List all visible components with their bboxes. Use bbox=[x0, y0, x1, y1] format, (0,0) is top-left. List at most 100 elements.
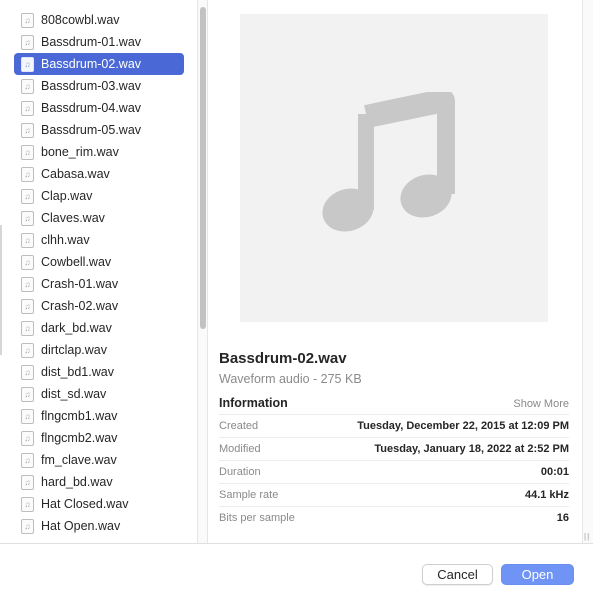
preview-file-name: Bassdrum-02.wav bbox=[219, 350, 347, 367]
file-browser-column[interactable]: ♫ 808cowbl.wav ♫ Bassdrum-01.wav ♫ Bassdrum-0… bbox=[0, 0, 197, 543]
file-list-item[interactable]: ♫ Crash-02.wav bbox=[14, 295, 184, 317]
file-name-label: dirtclap.wav bbox=[41, 343, 107, 357]
file-list-item[interactable]: ♫ Bassdrum-05.wav bbox=[14, 119, 184, 141]
file-list-item[interactable]: ♫ 808cowbl.wav bbox=[14, 9, 184, 31]
preview-file-kind: Waveform audio - 275 KB bbox=[219, 372, 362, 386]
information-header: Information Show More bbox=[219, 396, 569, 414]
file-name-label: flngcmb1.wav bbox=[41, 409, 118, 423]
cancel-button[interactable]: Cancel bbox=[422, 564, 493, 585]
file-list-item[interactable]: ♫ dirtclap.wav bbox=[14, 339, 184, 361]
audio-file-icon: ♫ bbox=[21, 144, 34, 160]
file-name-label: Clap.wav bbox=[41, 189, 93, 203]
info-value: 00:01 bbox=[540, 466, 569, 478]
audio-file-icon: ♫ bbox=[21, 298, 34, 314]
file-name-label: dist_bd1.wav bbox=[41, 365, 114, 379]
file-name-label: Crash-01.wav bbox=[41, 277, 119, 291]
info-row-duration: Duration 00:01 bbox=[219, 460, 569, 483]
file-list-item[interactable]: ♫ hard_bd.wav bbox=[14, 471, 184, 493]
file-list-item[interactable]: ♫ Crash-01.wav bbox=[14, 273, 184, 295]
information-title: Information bbox=[219, 396, 288, 410]
column-resize-grip-icon[interactable]: || bbox=[584, 532, 590, 541]
info-label: Duration bbox=[219, 466, 261, 478]
info-row-modified: Modified Tuesday, January 18, 2022 at 2:… bbox=[219, 437, 569, 460]
info-label: Created bbox=[219, 420, 259, 432]
audio-file-icon: ♫ bbox=[21, 122, 34, 138]
audio-file-icon: ♫ bbox=[21, 364, 34, 380]
info-value: 16 bbox=[556, 512, 569, 524]
file-list-item[interactable]: ♫ bone_rim.wav bbox=[14, 141, 184, 163]
audio-file-icon: ♫ bbox=[21, 320, 34, 336]
file-name-label: clhh.wav bbox=[41, 233, 90, 247]
file-name-label: hard_bd.wav bbox=[41, 475, 113, 489]
audio-file-icon: ♫ bbox=[21, 254, 34, 270]
info-value: Tuesday, December 22, 2015 at 12:09 PM bbox=[357, 420, 569, 432]
file-name-label: Crash-02.wav bbox=[41, 299, 119, 313]
audio-file-icon: ♫ bbox=[21, 452, 34, 468]
music-note-icon bbox=[322, 92, 455, 232]
file-list-item[interactable]: ♫ dark_bd.wav bbox=[14, 317, 184, 339]
preview-scrollbar[interactable] bbox=[582, 0, 593, 543]
audio-file-icon: ♫ bbox=[21, 408, 34, 424]
file-list-scroll-thumb[interactable] bbox=[200, 7, 206, 329]
audio-file-icon: ♫ bbox=[21, 12, 34, 28]
audio-file-icon: ♫ bbox=[21, 496, 34, 512]
preview-thumbnail bbox=[240, 14, 548, 322]
file-list-item[interactable]: ♫ Bassdrum-03.wav bbox=[14, 75, 184, 97]
dialog-footer: Cancel Open bbox=[0, 543, 593, 604]
audio-file-icon: ♫ bbox=[21, 78, 34, 94]
preview-pane: Bassdrum-02.wav Waveform audio - 275 KB … bbox=[209, 0, 582, 543]
info-label: Bits per sample bbox=[219, 512, 295, 524]
info-label: Sample rate bbox=[219, 489, 279, 501]
file-list-item[interactable]: ♫ dist_sd.wav bbox=[14, 383, 184, 405]
file-list-item[interactable]: ♫ Bassdrum-02.wav bbox=[14, 53, 184, 75]
audio-file-icon: ♫ bbox=[21, 188, 34, 204]
file-list-item[interactable]: ♫ Cabasa.wav bbox=[14, 163, 184, 185]
info-value: 44.1 kHz bbox=[524, 489, 569, 501]
file-name-label: fm_clave.wav bbox=[41, 453, 117, 467]
file-name-label: dist_sd.wav bbox=[41, 387, 107, 401]
file-name-label: Bassdrum-05.wav bbox=[41, 123, 142, 137]
file-name-label: flngcmb2.wav bbox=[41, 431, 118, 445]
information-table: Created Tuesday, December 22, 2015 at 12… bbox=[219, 414, 569, 529]
file-list-item[interactable]: ♫ flngcmb1.wav bbox=[14, 405, 184, 427]
file-list-item[interactable]: ♫ clhh.wav bbox=[14, 229, 184, 251]
file-name-label: Cowbell.wav bbox=[41, 255, 112, 269]
file-list-item[interactable]: ♫ dist_bd1.wav bbox=[14, 361, 184, 383]
audio-file-icon: ♫ bbox=[21, 342, 34, 358]
file-list-item[interactable]: ♫ flngcmb2.wav bbox=[14, 427, 184, 449]
file-name-label: Cabasa.wav bbox=[41, 167, 110, 181]
open-button[interactable]: Open bbox=[501, 564, 574, 585]
info-row-created: Created Tuesday, December 22, 2015 at 12… bbox=[219, 414, 569, 437]
audio-file-icon: ♫ bbox=[21, 276, 34, 292]
show-more-link[interactable]: Show More bbox=[513, 398, 569, 410]
file-name-label: Bassdrum-02.wav bbox=[41, 57, 142, 71]
open-file-dialog: ♫ 808cowbl.wav ♫ Bassdrum-01.wav ♫ Bassdrum-0… bbox=[0, 0, 593, 604]
file-list-item[interactable]: ♫ Cowbell.wav bbox=[14, 251, 184, 273]
audio-file-icon: ♫ bbox=[21, 56, 34, 72]
info-value: Tuesday, January 18, 2022 at 2:52 PM bbox=[374, 443, 569, 455]
file-name-label: Hat Open.wav bbox=[41, 519, 121, 533]
file-name-label: Bassdrum-01.wav bbox=[41, 35, 142, 49]
audio-file-icon: ♫ bbox=[21, 166, 34, 182]
file-list-item[interactable]: ♫ Hat Open.wav bbox=[14, 515, 184, 537]
audio-file-icon: ♫ bbox=[21, 34, 34, 50]
file-name-label: Hat Closed.wav bbox=[41, 497, 129, 511]
file-list-item[interactable]: ♫ Clap.wav bbox=[14, 185, 184, 207]
file-list-item[interactable]: ♫ fm_clave.wav bbox=[14, 449, 184, 471]
audio-file-icon: ♫ bbox=[21, 518, 34, 534]
file-list-item[interactable]: ♫ Bassdrum-04.wav bbox=[14, 97, 184, 119]
info-row-bits-per-sample: Bits per sample 16 bbox=[219, 506, 569, 529]
audio-file-icon: ♫ bbox=[21, 210, 34, 226]
file-name-label: bone_rim.wav bbox=[41, 145, 119, 159]
audio-file-icon: ♫ bbox=[21, 232, 34, 248]
file-name-label: dark_bd.wav bbox=[41, 321, 112, 335]
audio-file-icon: ♫ bbox=[21, 430, 34, 446]
file-list-item[interactable]: ♫ Bassdrum-01.wav bbox=[14, 31, 184, 53]
audio-file-icon: ♫ bbox=[21, 386, 34, 402]
info-label: Modified bbox=[219, 443, 261, 455]
file-list-scrollbar[interactable] bbox=[197, 0, 208, 543]
file-name-label: Claves.wav bbox=[41, 211, 105, 225]
audio-file-icon: ♫ bbox=[21, 474, 34, 490]
file-list-item[interactable]: ♫ Claves.wav bbox=[14, 207, 184, 229]
file-list-item[interactable]: ♫ Hat Closed.wav bbox=[14, 493, 184, 515]
